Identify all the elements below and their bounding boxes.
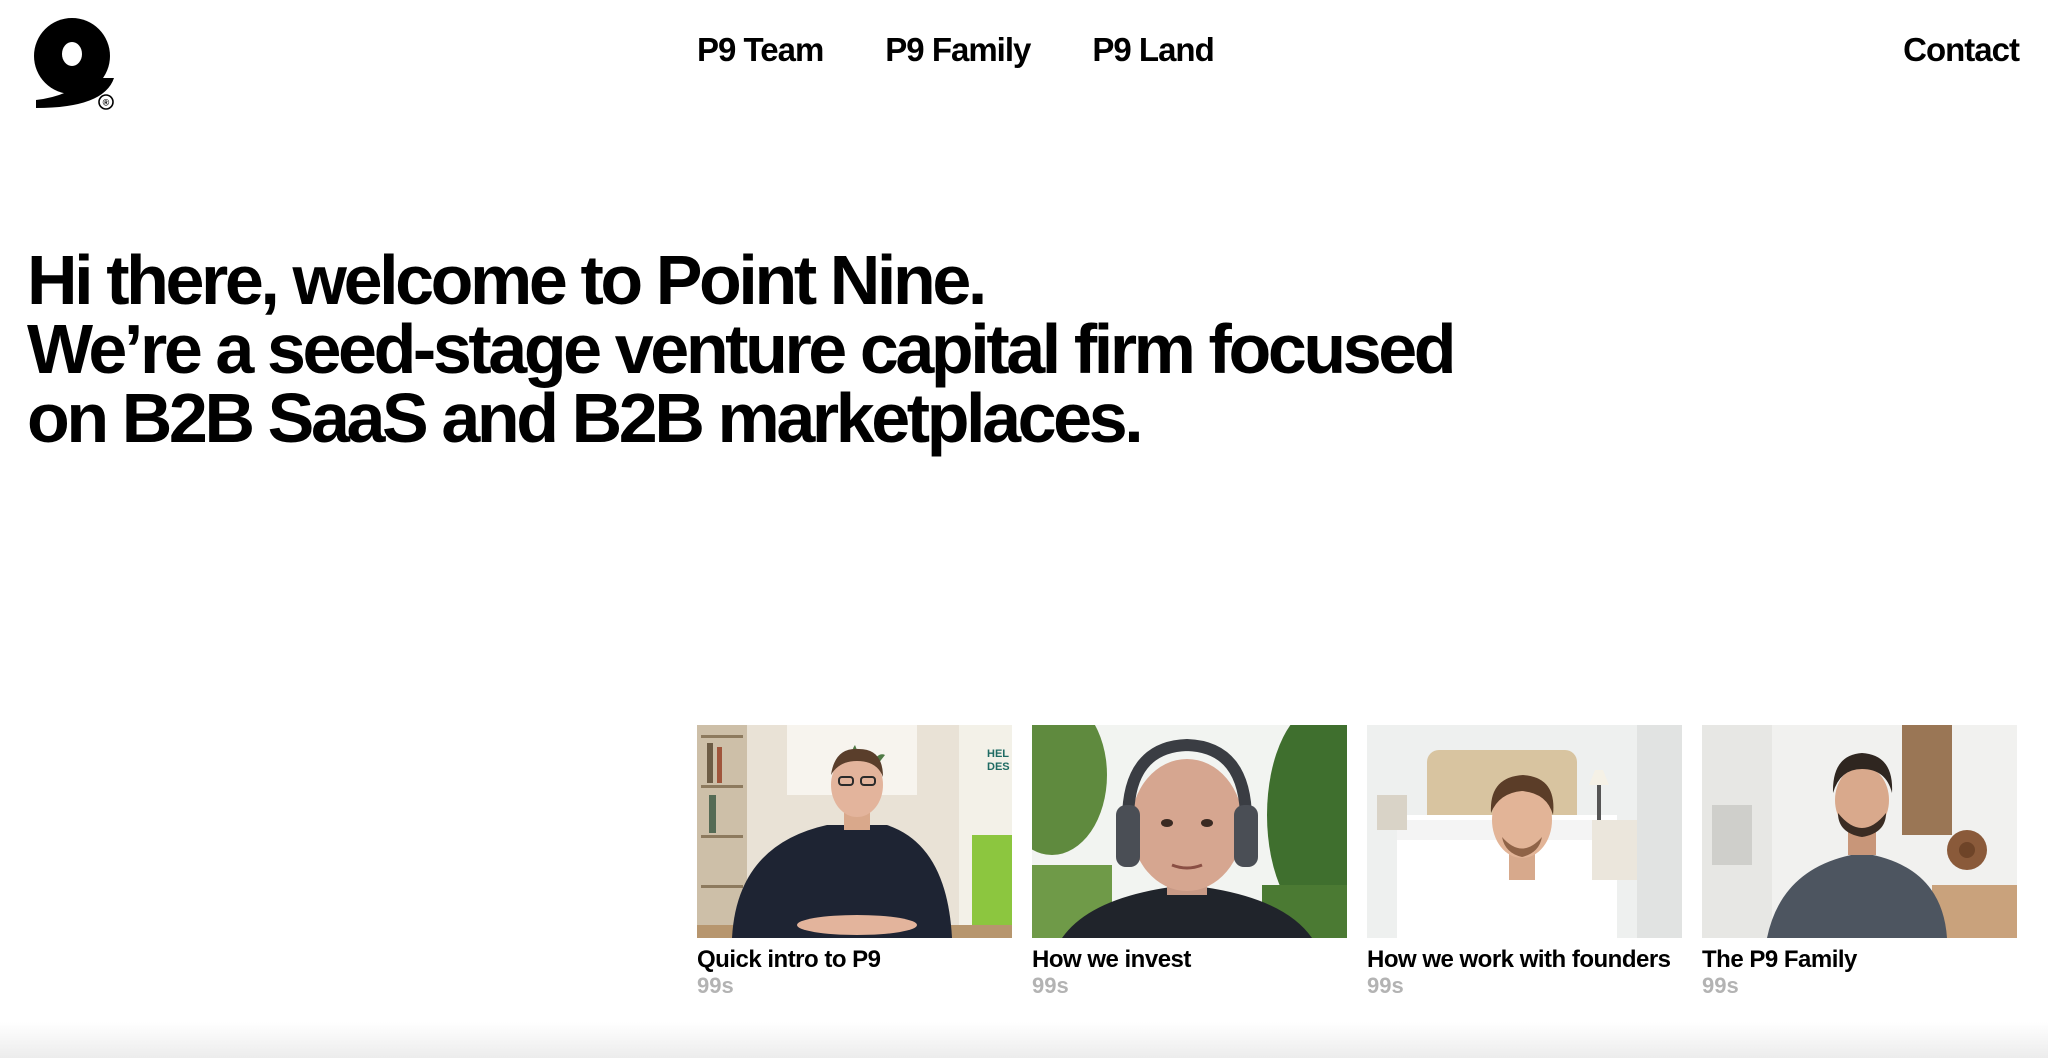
hero-line-1: Hi there, welcome to Point Nine. (27, 241, 987, 319)
video-title: The P9 Family (1702, 946, 1857, 973)
video-duration: 99s (1367, 973, 1404, 998)
video-thumbnail[interactable] (1702, 725, 2017, 938)
nav-item-p9-family[interactable]: P9 Family (885, 30, 1031, 70)
nine-logo-icon[interactable]: ® (26, 16, 126, 114)
hero-line-2: We’re a seed-stage venture capital firm … (27, 310, 1457, 388)
video-thumbnail[interactable]: HEL DES (697, 725, 1012, 938)
svg-text:DES: DES (987, 761, 1010, 773)
registered-mark: ® (103, 98, 110, 108)
video-card-quick-intro[interactable]: HEL DES Quick intro to P9 99s (697, 725, 1012, 999)
video-title: Quick intro to P9 (697, 946, 881, 973)
video-title: How we work with founders (1367, 946, 1671, 973)
video-thumbnail[interactable] (1032, 725, 1347, 938)
page: ® P9 Team P9 Family P9 Land Contact Hi t… (0, 0, 2048, 1058)
video-duration: 99s (697, 973, 734, 998)
hero-line-3: on B2B SaaS and B2B marketplaces. (27, 379, 1144, 457)
video-list: HEL DES Quick intro to P9 99s How we inv… (697, 725, 2017, 999)
main-nav: P9 Team P9 Family P9 Land (697, 30, 1215, 70)
bottom-fade (0, 1022, 2048, 1058)
video-duration: 99s (1032, 973, 1069, 998)
video-card-how-we-invest[interactable]: How we invest 99s (1032, 725, 1347, 999)
video-card-the-p9-family[interactable]: The P9 Family 99s (1702, 725, 2017, 999)
nav-item-p9-team[interactable]: P9 Team (697, 30, 824, 70)
video-duration: 99s (1702, 973, 1739, 998)
video-card-how-we-work-with-founders[interactable]: How we work with founders 99s (1367, 725, 1682, 999)
video-title: How we invest (1032, 946, 1191, 973)
video-thumbnail[interactable] (1367, 725, 1682, 938)
nav-item-p9-land[interactable]: P9 Land (1092, 30, 1214, 70)
contact-link[interactable]: Contact (1903, 30, 2020, 70)
hero-headline: Hi there, welcome to Point Nine. We’re a… (27, 241, 1727, 457)
svg-text:HEL: HEL (987, 748, 1009, 760)
